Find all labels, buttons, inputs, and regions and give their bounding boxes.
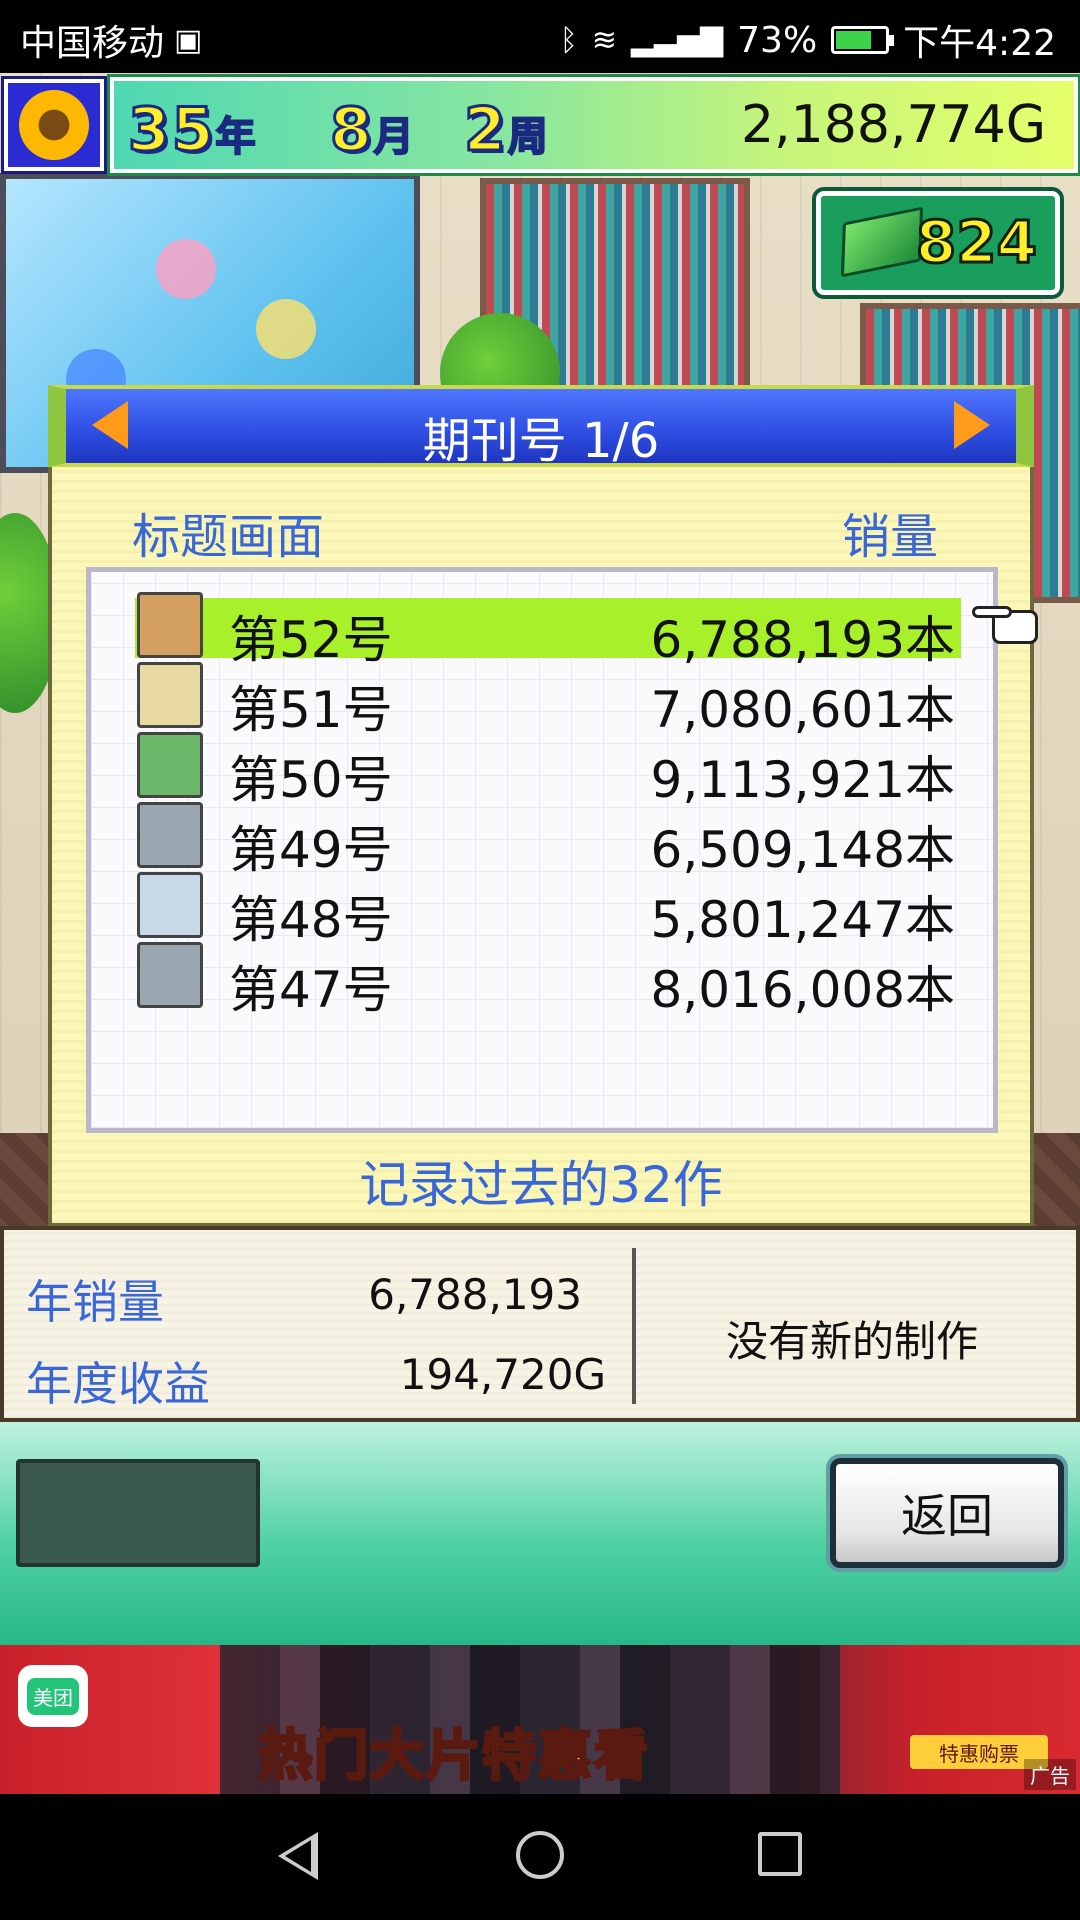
issue-sales: 7,080,601本 — [650, 681, 955, 739]
hand-pointer-icon — [972, 600, 1042, 650]
meituan-logo: 美团 — [18, 1665, 88, 1727]
issue-sales: 9,113,921本 — [650, 751, 955, 809]
top-hud: 35年 8月 2周 2,188,774G — [0, 73, 1080, 176]
bottom-controls: 返回 — [0, 1422, 1080, 1645]
annual-revenue-label: 年度收益 — [26, 1357, 210, 1411]
issue-name: 第48号 — [229, 891, 393, 949]
navigation-bar — [0, 1794, 1080, 1920]
status-bar: 中国移动 ▣ ᛒ ≋ ▂▃▅▇ 73% 下午4:22 — [0, 0, 1080, 73]
annual-sales-value: 6,788,193 — [368, 1270, 582, 1319]
annual-sales-label: 年销量 — [26, 1275, 164, 1329]
nav-home-icon[interactable] — [516, 1831, 564, 1879]
year-unit: 年 — [215, 113, 257, 161]
nav-back-icon[interactable] — [278, 1832, 318, 1880]
issue-cover-icon — [137, 732, 203, 798]
battery-percent: 73% — [737, 19, 818, 61]
nav-recent-apps-icon[interactable] — [758, 1832, 802, 1876]
issue-name: 第49号 — [229, 821, 393, 879]
column-header-sales: 销量 — [842, 509, 939, 565]
month-value: 8 — [329, 94, 374, 167]
issue-row[interactable]: 第52号 6,788,193本 — [135, 592, 961, 669]
issue-sales: 6,788,193本 — [650, 611, 955, 669]
issue-name: 第50号 — [229, 751, 393, 809]
issue-cover-icon — [137, 942, 203, 1008]
battery-icon — [831, 26, 895, 54]
panel-header: 期刊号 1/6 — [48, 385, 1034, 469]
research-points-value: 824 — [914, 207, 1038, 278]
ad-brand: 美团 — [27, 1677, 79, 1715]
week-value: 2 — [463, 94, 508, 167]
issue-cover-icon — [137, 592, 203, 658]
issue-row[interactable]: 第48号 5,801,247本 — [135, 872, 961, 949]
issue-cover-icon — [137, 662, 203, 728]
wifi-icon: ≋ — [591, 22, 617, 58]
clock: 下午4:22 — [903, 23, 1056, 64]
year-value: 35 — [127, 94, 216, 167]
book-icon — [840, 206, 924, 278]
back-button[interactable]: 返回 — [826, 1454, 1068, 1572]
issue-row[interactable]: 第49号 6,509,148本 — [135, 802, 961, 879]
issue-list: 第52号 6,788,193本 第51号 7,080,601本 第50号 9,1… — [86, 567, 998, 1133]
issue-row[interactable]: 第47号 8,016,008本 — [135, 942, 961, 1019]
issue-cover-icon — [137, 872, 203, 938]
stats-divider — [632, 1248, 636, 1404]
next-page-arrow-icon[interactable] — [954, 401, 990, 449]
signal-icon: ▂▃▅▇ — [630, 22, 724, 58]
record-count-text: 记录过去的32作 — [359, 1156, 723, 1214]
bluetooth-icon: ᛒ — [559, 22, 578, 58]
no-new-production-text: 没有新的制作 — [725, 1317, 978, 1366]
issue-cover-icon — [137, 802, 203, 868]
ad-banner[interactable]: 美团 热门大片特惠看 特惠购票 广告 — [0, 1645, 1080, 1794]
battery-level — [836, 31, 872, 49]
issue-sales: 6,509,148本 — [650, 821, 955, 879]
empty-button-slot — [16, 1459, 260, 1567]
annual-revenue-value: 194,720G — [399, 1350, 606, 1399]
month-unit: 月 — [373, 113, 415, 161]
annual-stats-box: 年销量 6,788,193 年度收益 194,720G 没有新的制作 — [0, 1226, 1080, 1422]
ad-headline: 热门大片特惠看 — [257, 1723, 650, 1789]
issue-row[interactable]: 第50号 9,113,921本 — [135, 732, 961, 809]
date-bar: 35年 8月 2周 2,188,774G — [107, 74, 1080, 176]
shopping-bag-icon: ▣ — [174, 22, 203, 58]
issue-sales: 8,016,008本 — [650, 961, 955, 1019]
research-points-box[interactable]: 824 — [812, 187, 1064, 299]
carrier-name: 中国移动 — [20, 23, 165, 64]
issue-sales: 5,801,247本 — [650, 891, 955, 949]
issue-name: 第51号 — [229, 681, 393, 739]
week-unit: 周 — [507, 113, 549, 161]
ad-label: 广告 — [1024, 1759, 1076, 1790]
sunflower-icon[interactable] — [1, 76, 107, 174]
issue-name: 第52号 — [229, 611, 393, 669]
column-header-title: 标题画面 — [132, 509, 325, 565]
issue-row[interactable]: 第51号 7,080,601本 — [135, 662, 961, 739]
panel-title: 期刊号 1/6 — [422, 413, 660, 469]
issue-name: 第47号 — [229, 961, 393, 1019]
money-value: 2,188,774G — [741, 95, 1046, 155]
